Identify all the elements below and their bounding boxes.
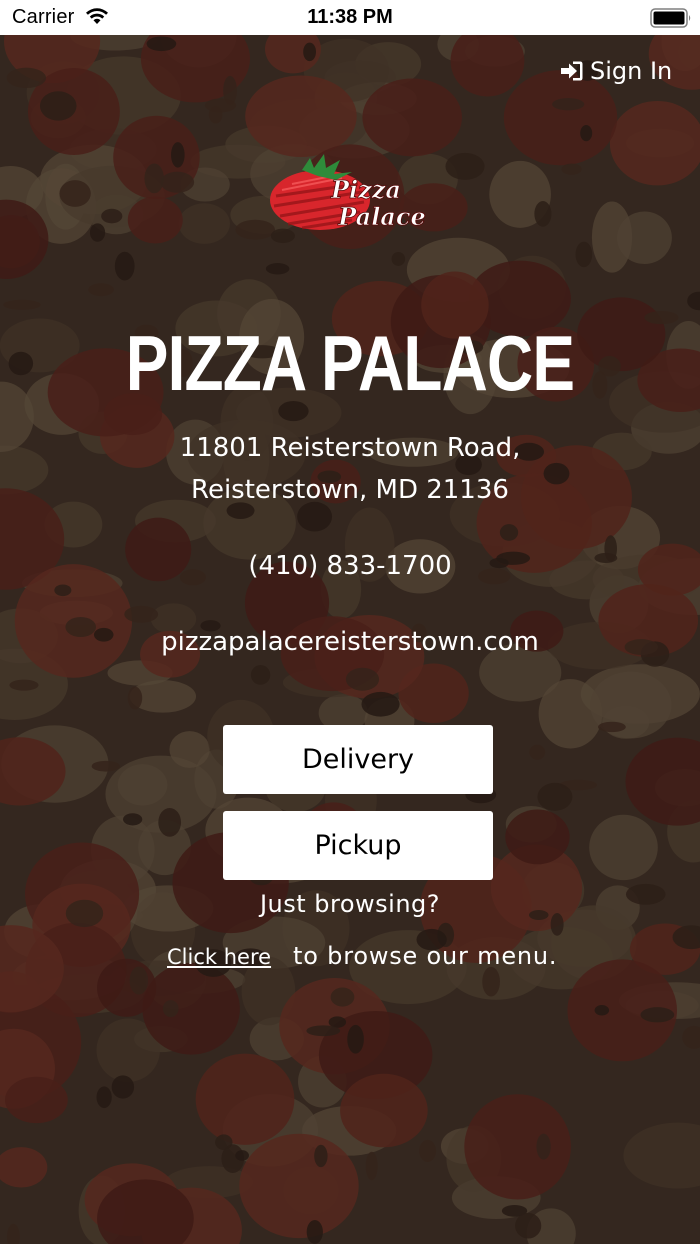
browse-menu-row: Click here to browse our menu. bbox=[167, 942, 557, 970]
logo-text-palace: Palace bbox=[337, 202, 426, 231]
phone-number[interactable]: (410) 833-1700 bbox=[0, 551, 700, 581]
sign-in-label: Sign In bbox=[590, 57, 673, 85]
sign-in-icon bbox=[561, 61, 583, 81]
battery-icon bbox=[650, 8, 691, 28]
browse-menu-text: to browse our menu. bbox=[293, 942, 558, 970]
logo-text-pizza: Pizza bbox=[330, 175, 401, 204]
click-here-link[interactable]: Click here bbox=[167, 945, 271, 969]
status-bar: Carrier 11:38 PM bbox=[0, 0, 700, 35]
restaurant-name: PIZZA PALACE bbox=[125, 319, 575, 407]
address-line-2: Reisterstown, MD 21136 bbox=[191, 475, 509, 505]
website-link[interactable]: pizzapalacereisterstown.com bbox=[0, 627, 700, 657]
pizza-palace-logo: Pizza Palace bbox=[270, 154, 426, 231]
delivery-button[interactable]: Delivery bbox=[223, 725, 493, 794]
just-browsing-text: Just browsing? bbox=[259, 890, 441, 918]
pickup-button[interactable]: Pickup bbox=[223, 811, 493, 880]
address-line-1: 11801 Reisterstown Road, bbox=[179, 433, 521, 463]
sign-in-button[interactable]: Sign In bbox=[560, 56, 672, 86]
status-time: 11:38 PM bbox=[307, 6, 393, 28]
